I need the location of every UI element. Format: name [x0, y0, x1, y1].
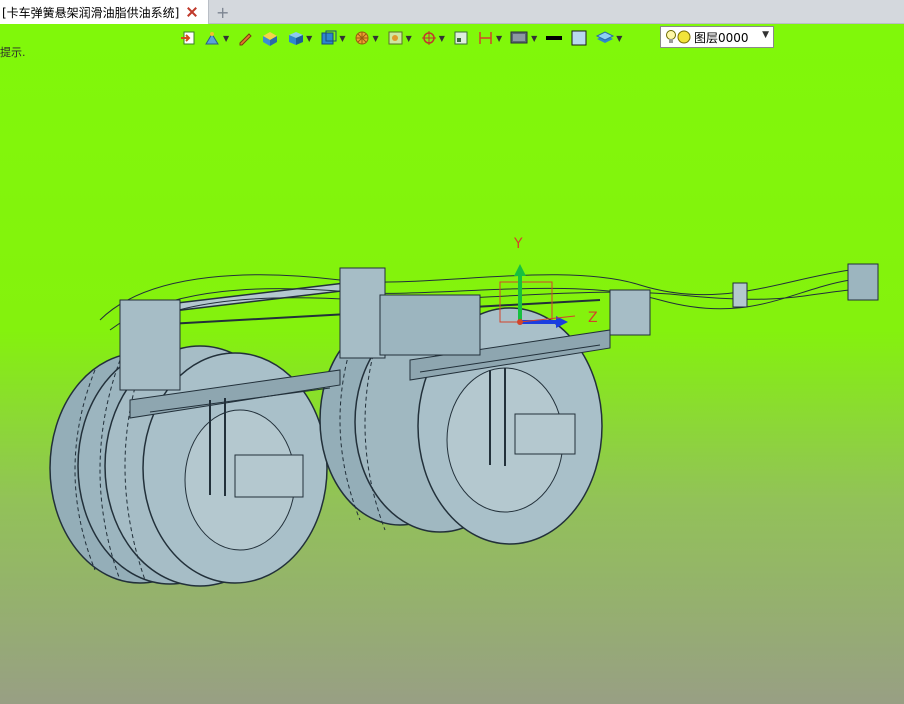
axis-y-label: Y	[513, 236, 523, 252]
tab-bar: [卡车弹簧悬架润滑油脂供油系统] +	[0, 0, 904, 24]
axis-z-label: Z	[588, 310, 598, 326]
document-tab[interactable]: [卡车弹簧悬架润滑油脂供油系统]	[0, 0, 209, 24]
tab-title: [卡车弹簧悬架润滑油脂供油系统]	[2, 5, 180, 20]
axis-triad[interactable]: Y Z	[0, 24, 904, 704]
add-tab-button[interactable]: +	[216, 3, 229, 22]
close-icon[interactable]	[185, 5, 199, 19]
3d-viewport[interactable]: 提示. ▼ ▼ ▼ ▼ ▼ ▼ ▼ ▼ ▼ 图层0000 ▼ Y Z	[0, 24, 904, 704]
